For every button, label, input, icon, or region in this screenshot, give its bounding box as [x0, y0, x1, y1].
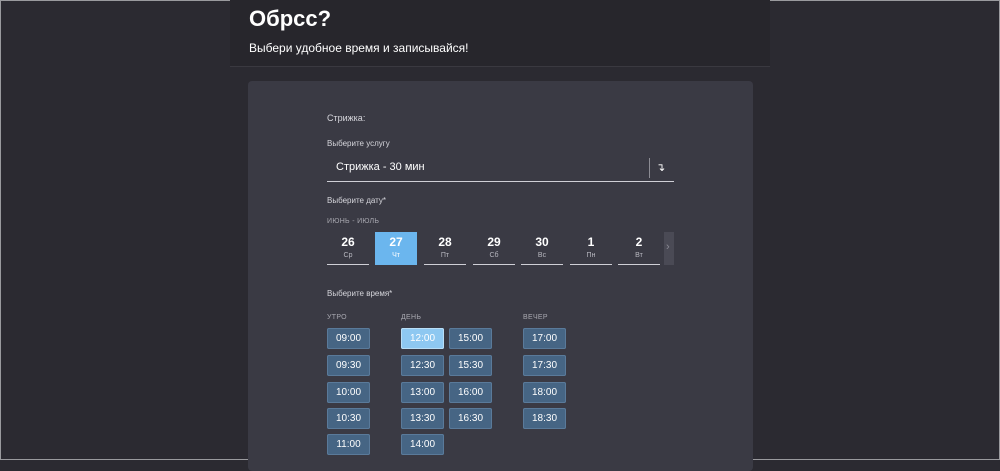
page-subtitle: Выбери удобное время и записывайся! — [249, 41, 469, 55]
date-weekday: Ср — [343, 252, 353, 259]
date-number: 26 — [341, 235, 355, 249]
date-item-28[interactable]: 28 Пт — [424, 232, 466, 265]
date-underline — [570, 264, 612, 265]
time-slot-button[interactable]: 18:30 — [523, 408, 566, 429]
time-slot-button[interactable]: 18:00 — [523, 382, 566, 403]
date-number: 1 — [587, 235, 595, 249]
date-weekday: Чт — [392, 252, 400, 259]
date-underline — [424, 264, 466, 265]
date-underline — [618, 264, 660, 265]
time-slot-button[interactable]: 14:00 — [401, 434, 444, 455]
booking-card — [248, 81, 753, 471]
time-slot-button[interactable]: 13:30 — [401, 408, 444, 429]
select-divider — [649, 158, 650, 178]
time-label: Выберите время* — [327, 289, 393, 298]
time-slot-button[interactable]: 11:00 — [327, 434, 370, 455]
date-weekday: Вс — [537, 252, 547, 259]
time-slot-button[interactable]: 10:00 — [327, 382, 370, 403]
dropdown-arrow-icon[interactable]: ↴ — [656, 161, 665, 174]
time-slot-button[interactable]: 15:00 — [449, 328, 492, 349]
time-slot-button[interactable]: 13:00 — [401, 382, 444, 403]
date-number: 2 — [635, 235, 643, 249]
time-slot-button[interactable]: 17:00 — [523, 328, 566, 349]
date-item-1[interactable]: 1 Пн — [570, 232, 612, 265]
time-slot-button[interactable]: 17:30 — [523, 355, 566, 376]
time-slot-button[interactable]: 09:00 — [327, 328, 370, 349]
date-underline — [521, 264, 563, 265]
chevron-right-icon: › — [666, 241, 670, 253]
page-title: Обрсс? — [249, 6, 332, 31]
time-slot-button[interactable]: 09:30 — [327, 355, 370, 376]
month-range: ИЮНЬ - ИЮЛЬ — [327, 218, 380, 225]
date-label: Выберите дату* — [327, 196, 386, 205]
date-weekday: Сб — [489, 252, 499, 259]
date-number: 28 — [438, 235, 452, 249]
date-next-button[interactable]: › — [664, 232, 674, 265]
time-slot-button[interactable]: 16:00 — [449, 382, 492, 403]
time-slot-button[interactable]: 15:30 — [449, 355, 492, 376]
date-item-29[interactable]: 29 Сб — [473, 232, 515, 265]
period-day: ДЕНЬ — [401, 314, 422, 321]
date-number: 29 — [487, 235, 501, 249]
date-item-27[interactable]: 27 Чт — [375, 232, 417, 265]
period-evening: ВЕЧЕР — [523, 314, 548, 321]
date-weekday: Вт — [635, 252, 643, 259]
date-underline — [327, 264, 369, 265]
date-number: 30 — [535, 235, 549, 249]
service-select[interactable]: Стрижка - 30 мин ↴ — [327, 156, 674, 182]
date-weekday: Пт — [440, 252, 450, 259]
time-slot-button[interactable]: 12:30 — [401, 355, 444, 376]
service-label: Выберите услугу — [327, 139, 390, 148]
service-select-value: Стрижка - 30 мин — [336, 161, 425, 173]
time-slot-button[interactable]: 16:30 — [449, 408, 492, 429]
section-label: Стрижка: — [327, 113, 366, 123]
time-slot-button[interactable]: 10:30 — [327, 408, 370, 429]
period-morning: УТРО — [327, 314, 347, 321]
date-weekday: Пн — [586, 252, 596, 259]
date-item-26[interactable]: 26 Ср — [327, 232, 369, 265]
date-item-30[interactable]: 30 Вс — [521, 232, 563, 265]
date-number: 27 — [389, 235, 403, 249]
time-slot-button[interactable]: 12:00 — [401, 328, 444, 349]
date-underline — [473, 264, 515, 265]
date-item-2[interactable]: 2 Вт — [618, 232, 660, 265]
